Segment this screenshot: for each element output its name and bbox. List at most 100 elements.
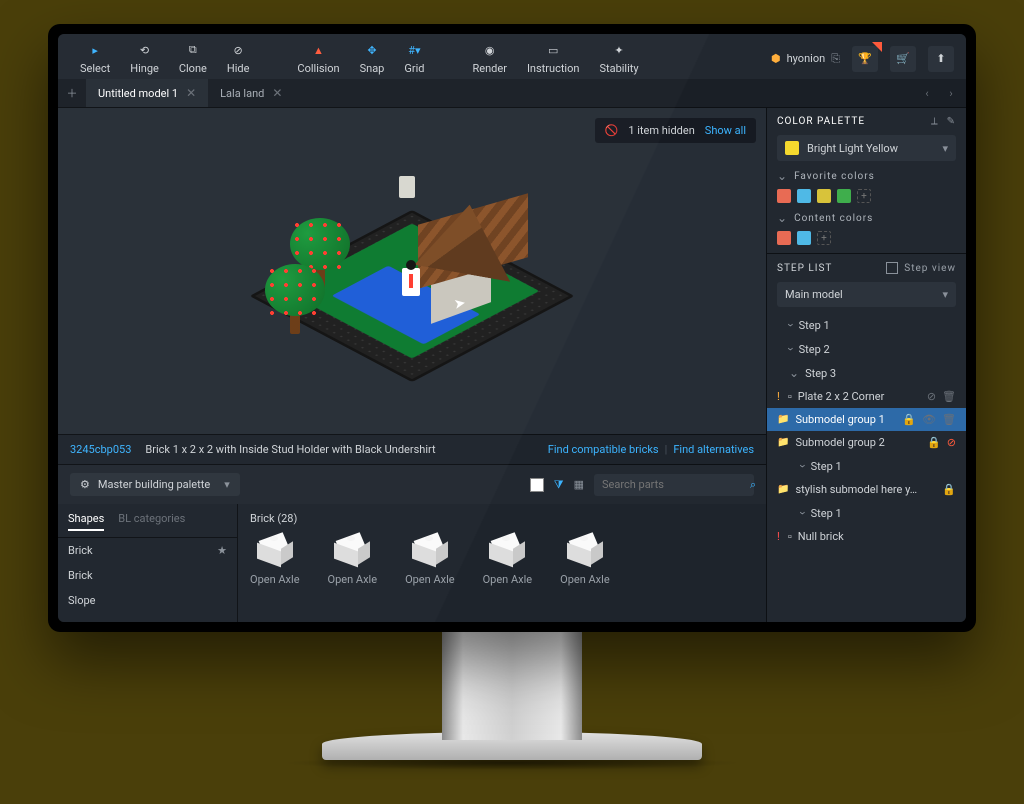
- hide-label: Hide: [227, 62, 250, 75]
- palette-selector[interactable]: ⚙ Master building palette ▾: [70, 473, 240, 496]
- new-tab-button[interactable]: ＋: [58, 79, 86, 107]
- trash-icon[interactable]: 🗑: [942, 413, 956, 426]
- part-thumb[interactable]: Open Axle: [250, 537, 300, 586]
- grid-view-icon[interactable]: ▦: [574, 478, 584, 491]
- trash-icon[interactable]: 🗑: [942, 390, 956, 403]
- eye-off-icon[interactable]: ⊘: [927, 390, 936, 403]
- hinge-tool[interactable]: ⟲ Hinge: [120, 42, 169, 75]
- favorites-header[interactable]: Favorite colors: [777, 169, 956, 189]
- right-panel: COLOR PALETTE ⟂ ✎ Bright Light Yellow ▾ …: [766, 108, 966, 622]
- hide-tool[interactable]: ⊘ Hide: [217, 42, 260, 75]
- cart-button[interactable]: 🛒: [890, 46, 916, 72]
- eye-off-icon[interactable]: ⊘: [947, 436, 956, 449]
- tree-step[interactable]: Step 1: [767, 454, 966, 478]
- parts-panel: Shapes BL categories Brick ★ Brick Slope: [58, 504, 766, 622]
- render-tool[interactable]: ◉ Render: [462, 42, 516, 75]
- tree-folder[interactable]: 📁 Submodel group 1 🔒👁🗑: [767, 408, 966, 431]
- part-thumb[interactable]: Open Axle: [405, 537, 455, 586]
- tree-folder[interactable]: 📁 stylish submodel here y… 🔒: [767, 478, 966, 501]
- add-swatch-button[interactable]: +: [857, 189, 871, 203]
- swatch[interactable]: [777, 231, 791, 245]
- swatch[interactable]: [837, 189, 851, 203]
- search-input[interactable]: [602, 478, 742, 491]
- filter-icon[interactable]: ⧩: [554, 478, 564, 492]
- upload-button[interactable]: ⬆: [928, 46, 954, 72]
- add-swatch-button[interactable]: +: [817, 231, 831, 245]
- user-area: ⬢ hyonion ⎘ 🏆 🛒 ⬆: [771, 46, 954, 72]
- tree-step[interactable]: Step 1: [767, 501, 966, 525]
- part-thumb[interactable]: Open Axle: [560, 537, 610, 586]
- part-thumb[interactable]: Open Axle: [328, 537, 378, 586]
- grid-label: Grid: [404, 62, 424, 75]
- model-preview: ➤: [252, 163, 572, 393]
- swatch[interactable]: [777, 189, 791, 203]
- warning-icon: !: [777, 390, 780, 403]
- render-label: Render: [472, 62, 506, 75]
- shapes-column: Shapes BL categories Brick ★ Brick Slope: [58, 504, 238, 622]
- tab-shapes[interactable]: Shapes: [68, 512, 104, 531]
- swatch[interactable]: [817, 189, 831, 203]
- find-alternatives-link[interactable]: Find alternatives: [673, 443, 754, 456]
- model-selector[interactable]: Main model ▾: [777, 282, 956, 307]
- collision-tool[interactable]: ▲ Collision: [287, 42, 349, 75]
- search-parts[interactable]: ⌕: [594, 474, 754, 496]
- error-icon: !: [777, 530, 780, 543]
- lock-icon[interactable]: 🔒: [942, 483, 956, 496]
- hide-icon: ⊘: [230, 42, 246, 58]
- viewport-3d[interactable]: 🚫 1 item hidden Show all ➤: [58, 108, 766, 434]
- lock-icon[interactable]: 🔒: [902, 413, 916, 426]
- step-view-toggle[interactable]: Step view: [886, 262, 956, 274]
- show-all-link[interactable]: Show all: [705, 124, 746, 137]
- tree-step[interactable]: Step 3: [767, 361, 966, 385]
- shape-row[interactable]: Slope: [58, 588, 237, 613]
- tree-part[interactable]: ! ▫ Null brick: [767, 525, 966, 548]
- clone-tool[interactable]: ⧉ Clone: [169, 42, 217, 75]
- tree-part[interactable]: ! ▫ Plate 2 x 2 Corner ⊘🗑: [767, 385, 966, 408]
- shape-row[interactable]: Brick: [58, 563, 237, 588]
- tab-bl-categories[interactable]: BL categories: [118, 512, 185, 531]
- thumb-label: Open Axle: [483, 573, 533, 586]
- color-swatch-button[interactable]: [530, 478, 544, 492]
- eye-icon[interactable]: 👁: [922, 413, 936, 426]
- tab-next-button[interactable]: ›: [942, 87, 960, 100]
- select-tool[interactable]: ▸ Select: [70, 42, 120, 75]
- stability-tool[interactable]: ✦ Stability: [589, 42, 648, 75]
- hinge-label: Hinge: [130, 62, 159, 75]
- grid-title: Brick (28): [250, 512, 754, 531]
- eyedropper-icon[interactable]: ✎: [947, 116, 956, 127]
- find-compatible-link[interactable]: Find compatible bricks: [548, 443, 659, 456]
- close-icon[interactable]: ✕: [272, 86, 282, 100]
- checkbox-icon: [886, 262, 898, 274]
- paint-roller-icon[interactable]: ⟂: [931, 116, 939, 127]
- main-toolbar: ▸ Select ⟲ Hinge ⧉ Clone ⊘ Hide ▲ Collis…: [58, 34, 966, 79]
- collision-icon: ▲: [311, 42, 327, 58]
- tab-prev-button[interactable]: ‹: [918, 87, 936, 100]
- grid-tool[interactable]: #▾ Grid: [394, 42, 434, 75]
- instruction-tool[interactable]: ▭ Instruction: [517, 42, 590, 75]
- snap-tool[interactable]: ✥ Snap: [350, 42, 395, 75]
- snap-label: Snap: [360, 62, 385, 75]
- part-description: Brick 1 x 2 x 2 with Inside Stud Holder …: [145, 443, 435, 456]
- swatch[interactable]: [797, 189, 811, 203]
- part-thumb[interactable]: Open Axle: [483, 537, 533, 586]
- folder-icon: 📁: [777, 484, 789, 495]
- tree-step[interactable]: Step 1: [767, 313, 966, 337]
- star-icon[interactable]: ★: [217, 544, 227, 557]
- part-id[interactable]: 3245cbp053: [70, 443, 131, 456]
- tree-step[interactable]: Step 2: [767, 337, 966, 361]
- swatch[interactable]: [797, 231, 811, 245]
- tab-lala[interactable]: Lala land ✕: [208, 79, 294, 107]
- tree-folder[interactable]: 📁 Submodel group 2 🔒⊘: [767, 431, 966, 454]
- close-icon[interactable]: ✕: [186, 86, 196, 100]
- shape-label: Brick: [68, 544, 93, 557]
- user-chip[interactable]: ⬢ hyonion ⎘: [771, 52, 840, 66]
- palette-name: Master building palette: [98, 478, 210, 491]
- content-colors-header[interactable]: Content colors: [777, 211, 956, 231]
- tab-untitled[interactable]: Untitled model 1 ✕: [86, 79, 208, 107]
- lock-icon[interactable]: 🔒: [927, 436, 941, 449]
- shape-row[interactable]: Brick ★: [58, 538, 237, 563]
- color-name: Bright Light Yellow: [807, 142, 898, 155]
- current-color-selector[interactable]: Bright Light Yellow ▾: [777, 135, 956, 161]
- content-swatches: +: [777, 231, 956, 245]
- trophy-button[interactable]: 🏆: [852, 46, 878, 72]
